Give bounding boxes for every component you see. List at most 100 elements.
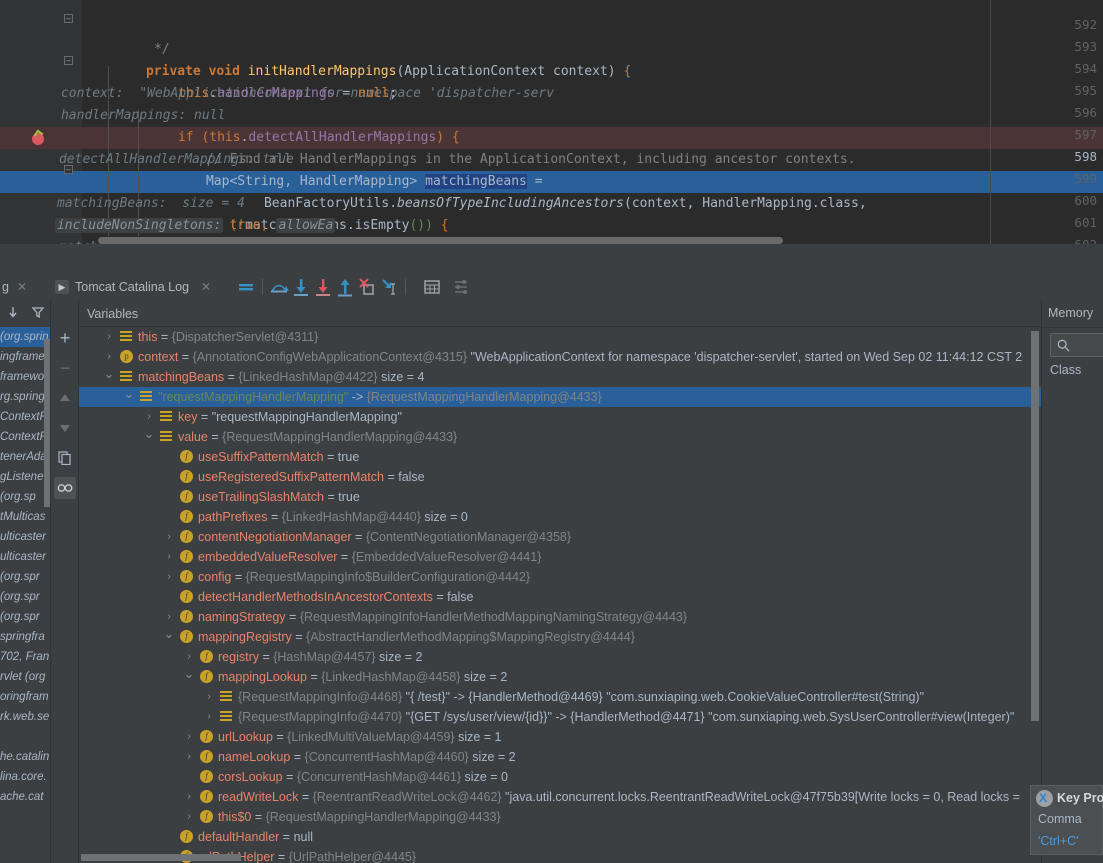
add-icon[interactable]: + — [54, 327, 76, 349]
variable-row[interactable]: ⌄ "requestMappingHandlerMapping" -> {Requ… — [79, 384, 1041, 407]
chevron-right-icon[interactable]: › — [163, 547, 175, 567]
frame-row[interactable]: ulticaster — [0, 547, 50, 567]
move-up-icon[interactable] — [54, 387, 76, 409]
run-to-cursor-icon[interactable] — [378, 276, 400, 298]
frame-row[interactable]: 702, Fran — [0, 647, 50, 667]
chevron-right-icon[interactable]: › — [183, 747, 195, 767]
field-icon: f — [200, 750, 213, 763]
chevron-down-icon[interactable]: ⌄ — [123, 384, 135, 404]
field-icon: f — [180, 570, 193, 583]
frame-row[interactable]: (org.spr — [0, 607, 50, 627]
move-down-icon[interactable] — [54, 417, 76, 439]
frame-row[interactable]: he.catalin — [0, 747, 50, 767]
copy-icon[interactable] — [54, 447, 76, 469]
key-promoter-icon: X — [1036, 790, 1053, 807]
sort-icon[interactable] — [6, 305, 20, 324]
variable-row[interactable]: ⌄ f mappingRegistry = {AbstractHandlerMeth… — [79, 624, 1041, 647]
step-over-icon[interactable] — [268, 276, 290, 298]
variable-row[interactable]: ⌄ f mappingLookup = {LinkedHashMap@4458} s… — [79, 664, 1041, 687]
frames-scrollbar[interactable] — [44, 339, 50, 507]
frame-row[interactable]: ache.cat — [0, 787, 50, 807]
tab-truncated-label[interactable]: g — [0, 280, 9, 294]
filter-icon[interactable] — [31, 305, 45, 324]
close-icon[interactable]: ✕ — [17, 280, 27, 294]
close-icon[interactable]: ✕ — [201, 280, 211, 294]
variable-text: mappingRegistry = {AbstractHandlerMethod… — [198, 630, 635, 644]
evaluate-expression-icon[interactable] — [421, 276, 443, 298]
chevron-down-icon[interactable]: ⌄ — [163, 624, 175, 644]
variable-row[interactable]: f defaultHandler = null — [79, 827, 1041, 847]
variable-row[interactable]: › f urlLookup = {LinkedMultiValueMap@4459}… — [79, 727, 1041, 747]
memory-search-input[interactable] — [1050, 333, 1103, 357]
variable-row[interactable]: › f readWriteLock = {ReentrantReadWriteLoc… — [79, 787, 1041, 807]
chevron-right-icon[interactable]: › — [183, 787, 195, 807]
frame-row[interactable]: rk.web.se — [0, 707, 50, 727]
step-into-icon[interactable] — [290, 276, 312, 298]
variables-horizontal-scrollbar[interactable] — [81, 854, 241, 861]
variable-row[interactable]: f useTrailingSlashMatch = true — [79, 487, 1041, 507]
variable-row[interactable]: › this = {DispatcherServlet@4311} — [79, 327, 1041, 347]
variable-row[interactable]: › key = "requestMappingHandlerMapping" — [79, 407, 1041, 427]
field-icon: f — [180, 630, 193, 643]
variable-text: defaultHandler = null — [198, 830, 314, 844]
variable-row[interactable]: › f nameLookup = {ConcurrentHashMap@4460} … — [79, 747, 1041, 767]
step-out-icon[interactable] — [334, 276, 356, 298]
variables-panel[interactable]: Variables › this = {DispatcherServlet@431… — [79, 301, 1041, 863]
chevron-right-icon[interactable]: › — [103, 327, 115, 347]
frames-panel[interactable]: (org.sprin ingframew framewor rg.spring … — [0, 301, 51, 863]
variables-tree[interactable]: › this = {DispatcherServlet@4311} › p contex… — [79, 327, 1041, 863]
variable-row[interactable]: › f contentNegotiationManager = {ContentNe… — [79, 527, 1041, 547]
key-promoter-popup[interactable]: X Key Pro Comma 'Ctrl+C' — [1030, 785, 1103, 855]
chevron-right-icon[interactable]: › — [183, 727, 195, 747]
variable-row[interactable]: › {RequestMappingInfo@4470} "{GET /sys/us… — [79, 707, 1041, 727]
frame-row[interactable]: ulticaster — [0, 527, 50, 547]
mute-breakpoints-icon[interactable] — [235, 276, 257, 298]
frame-row[interactable]: (org.spr — [0, 587, 50, 607]
variable-row[interactable]: › f config = {RequestMappingInfo$BuilderCo… — [79, 567, 1041, 587]
variable-row[interactable]: f useRegisteredSuffixPatternMatch = false — [79, 467, 1041, 487]
frame-row[interactable]: lina.core. — [0, 767, 50, 787]
variable-row[interactable]: › f registry = {HashMap@4457} size = 2 — [79, 647, 1041, 667]
memory-divider — [1042, 327, 1103, 328]
toolbar-separator — [262, 279, 264, 295]
drop-frame-icon[interactable] — [356, 276, 378, 298]
chevron-right-icon[interactable]: › — [183, 807, 195, 827]
chevron-right-icon[interactable]: › — [203, 707, 215, 727]
variables-scrollbar[interactable] — [1031, 331, 1039, 721]
variable-row[interactable]: › f embeddedValueResolver = {EmbeddedValue… — [79, 547, 1041, 567]
variable-row[interactable]: › f this$0 = {RequestMappingHandlerMapping… — [79, 807, 1041, 827]
settings-icon[interactable] — [451, 276, 473, 298]
variable-row[interactable]: f corsLookup = {ConcurrentHashMap@4461} s… — [79, 767, 1041, 787]
variable-row[interactable]: f pathPrefixes = {LinkedHashMap@4440} siz… — [79, 507, 1041, 527]
chevron-right-icon[interactable]: › — [203, 687, 215, 707]
variable-row[interactable]: ⌄ matchingBeans = {LinkedHashMap@4422} si… — [79, 364, 1041, 387]
chevron-down-icon[interactable]: ⌄ — [103, 364, 115, 384]
variable-row[interactable]: f useSuffixPatternMatch = true — [79, 447, 1041, 467]
frame-row[interactable]: rvlet (org — [0, 667, 50, 687]
frame-row[interactable]: springfra — [0, 627, 50, 647]
force-step-into-icon[interactable] — [312, 276, 334, 298]
chevron-right-icon[interactable]: › — [163, 527, 175, 547]
code-editor[interactable]: 592 593 594 595 596 597 598 599 600 601 … — [0, 0, 1103, 248]
memory-column-class[interactable]: Class — [1050, 363, 1081, 377]
code-token: (context, HandlerMapping.class, — [624, 196, 867, 211]
frame-row[interactable]: tMulticas — [0, 507, 50, 527]
memory-panel[interactable]: Memory Class — [1041, 301, 1103, 863]
tab-tomcat-catalina-log[interactable]: ▶ Tomcat Catalina Log ✕ — [49, 273, 217, 301]
remove-icon[interactable]: − — [54, 357, 76, 379]
variable-row[interactable]: ⌄ value = {RequestMappingHandlerMapping@4… — [79, 424, 1041, 447]
variable-text: readWriteLock = {ReentrantReadWriteLock@… — [218, 790, 1020, 804]
frame-row[interactable]: oringfram — [0, 687, 50, 707]
watch-icon[interactable] — [54, 477, 76, 499]
editor-horizontal-scrollbar[interactable] — [98, 237, 783, 244]
chevron-down-icon[interactable]: ⌄ — [143, 424, 155, 444]
frame-row[interactable]: (org.spr — [0, 567, 50, 587]
variable-row[interactable]: f detectHandlerMethodsInAncestorContexts … — [79, 587, 1041, 607]
chevron-right-icon[interactable]: › — [163, 567, 175, 587]
chevron-down-icon[interactable]: ⌄ — [183, 664, 195, 684]
variable-row[interactable]: › p context = {AnnotationConfigWebApplicat… — [79, 347, 1041, 367]
variable-row[interactable]: › f namingStrategy = {RequestMappingInfoHa… — [79, 607, 1041, 627]
variable-text: key = "requestMappingHandlerMapping" — [178, 410, 402, 424]
variable-row[interactable]: › {RequestMappingInfo@4468} "{ /test}" ->… — [79, 687, 1041, 707]
variable-text: this = {DispatcherServlet@4311} — [138, 330, 319, 344]
